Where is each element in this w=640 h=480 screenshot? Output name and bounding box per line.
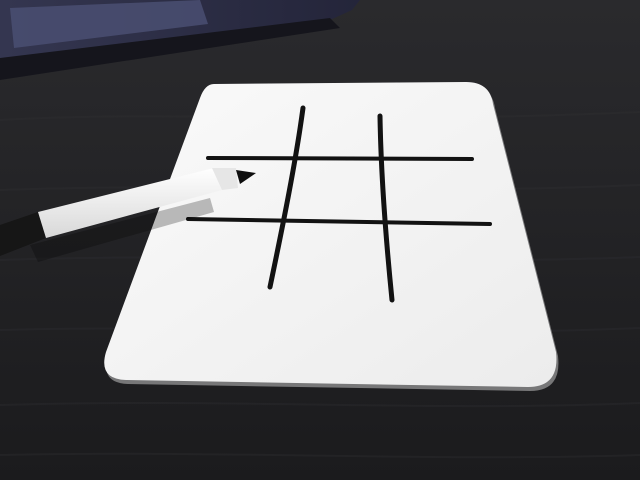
photo-scene — [0, 0, 640, 480]
grid-line-horizontal-top — [206, 156, 474, 161]
scene-svg — [0, 0, 640, 480]
